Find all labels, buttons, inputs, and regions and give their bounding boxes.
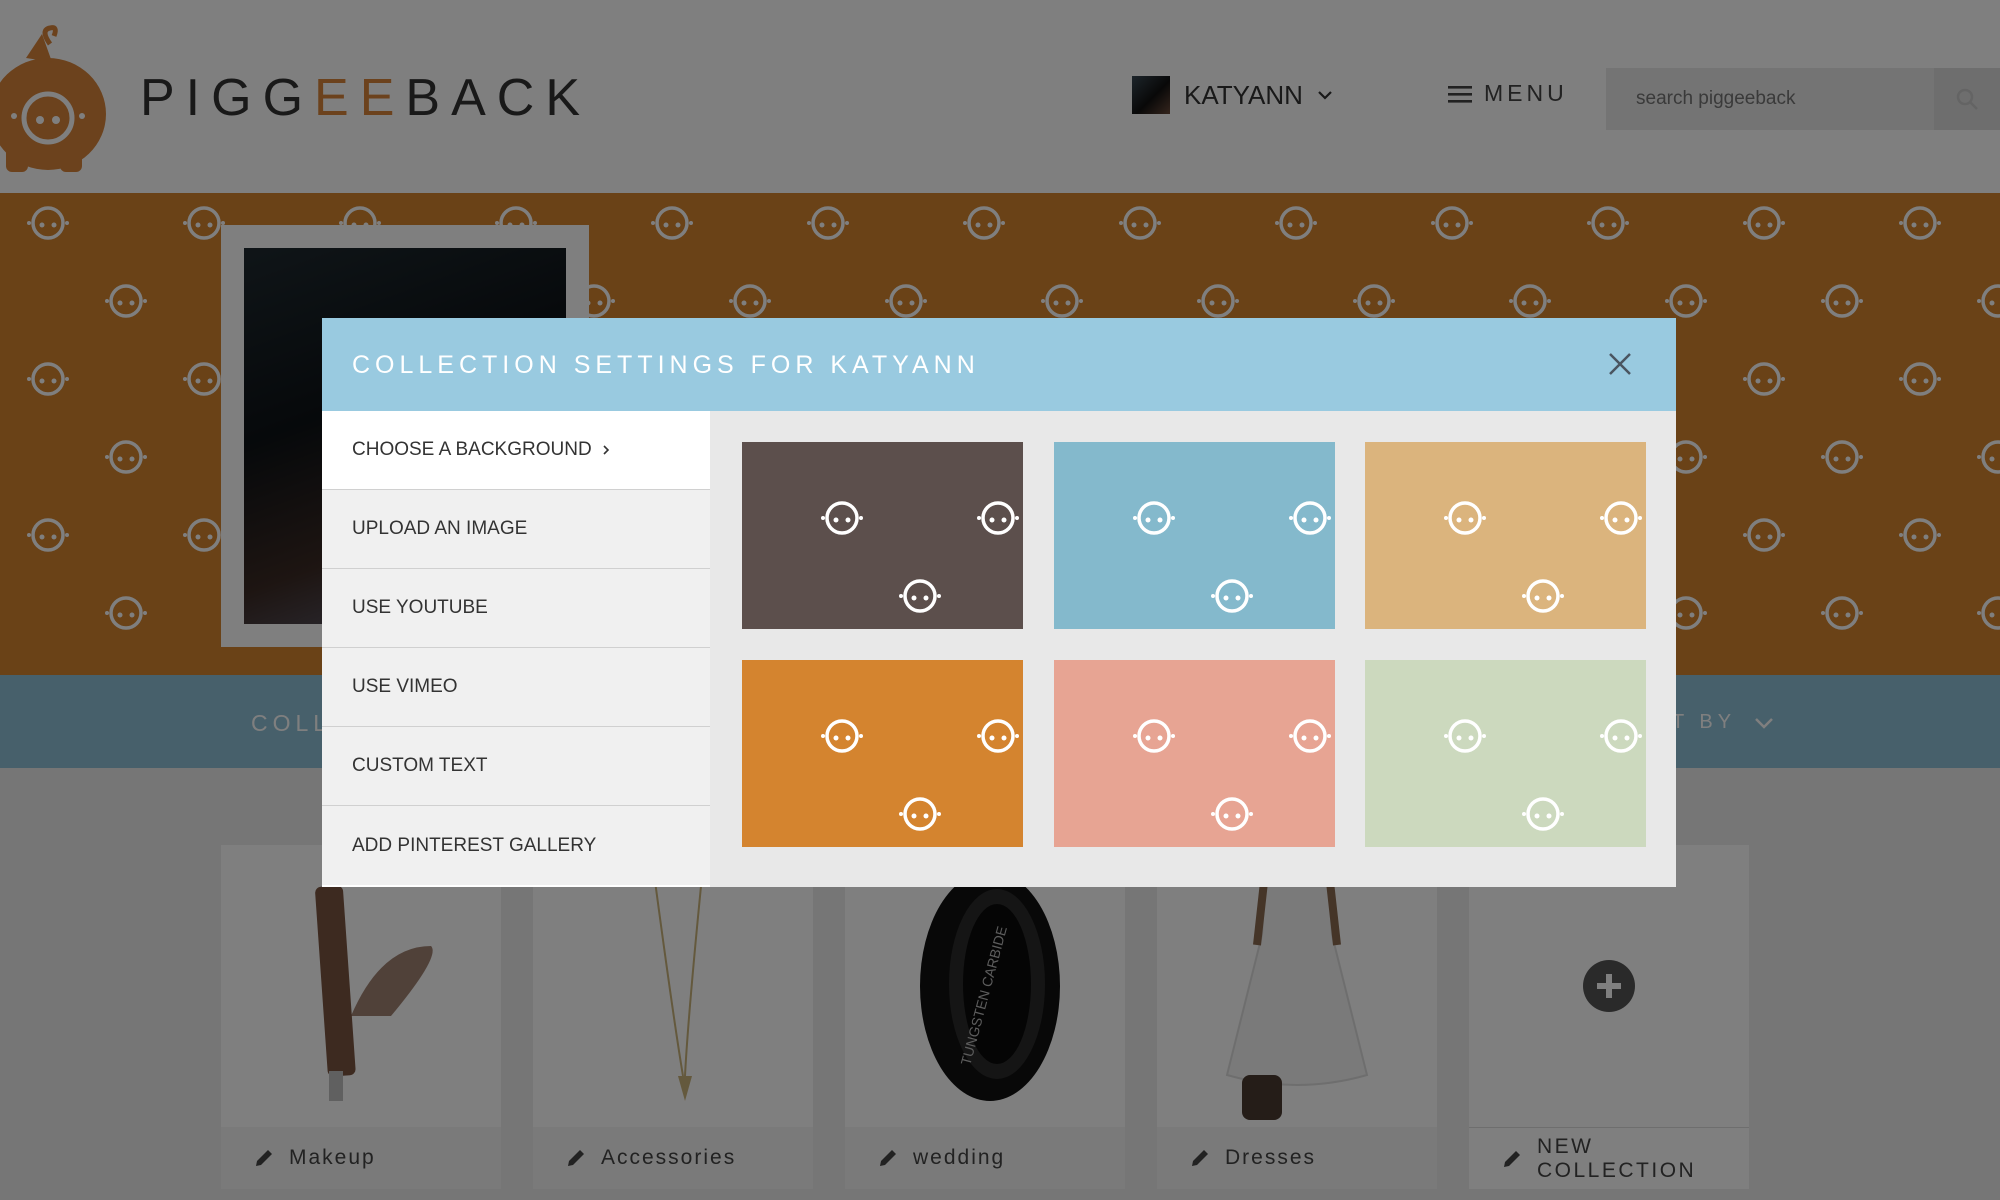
option-use-youtube[interactable]: USE YOUTUBE — [322, 569, 710, 648]
background-swatch-blue[interactable] — [1054, 442, 1335, 629]
option-use-vimeo[interactable]: USE VIMEO — [322, 648, 710, 727]
option-label: ADD PINTEREST GALLERY — [352, 834, 597, 856]
option-label: UPLOAD AN IMAGE — [352, 518, 528, 539]
chevron-right-icon — [602, 444, 610, 456]
option-label: CHOOSE A BACKGROUND — [352, 439, 592, 460]
modal-header: COLLECTION SETTINGS FOR KATYANN — [322, 318, 1676, 411]
modal-title: COLLECTION SETTINGS FOR KATYANN — [352, 351, 980, 379]
background-swatch-tan[interactable] — [1365, 442, 1646, 629]
option-add-pinterest-gallery[interactable]: ADD PINTEREST GALLERY — [322, 806, 710, 885]
background-swatch-salmon[interactable] — [1054, 660, 1335, 847]
background-swatch-orange[interactable] — [742, 660, 1023, 847]
collection-settings-modal: COLLECTION SETTINGS FOR KATYANN CHOOSE A… — [322, 318, 1676, 887]
option-label: USE VIMEO — [352, 676, 458, 697]
option-upload-image[interactable]: UPLOAD AN IMAGE — [322, 490, 710, 569]
option-choose-background[interactable]: CHOOSE A BACKGROUND — [322, 411, 710, 490]
background-swatch-sage[interactable] — [1365, 660, 1646, 847]
background-swatch-dark-brown[interactable] — [742, 442, 1023, 629]
option-custom-text[interactable]: CUSTOM TEXT — [322, 727, 710, 806]
close-icon — [1600, 344, 1640, 384]
option-label: USE YOUTUBE — [352, 597, 488, 618]
option-label: CUSTOM TEXT — [352, 755, 488, 776]
close-button[interactable] — [1600, 344, 1640, 384]
settings-options-list: CHOOSE A BACKGROUND UPLOAD AN IMAGE USE … — [322, 411, 710, 887]
